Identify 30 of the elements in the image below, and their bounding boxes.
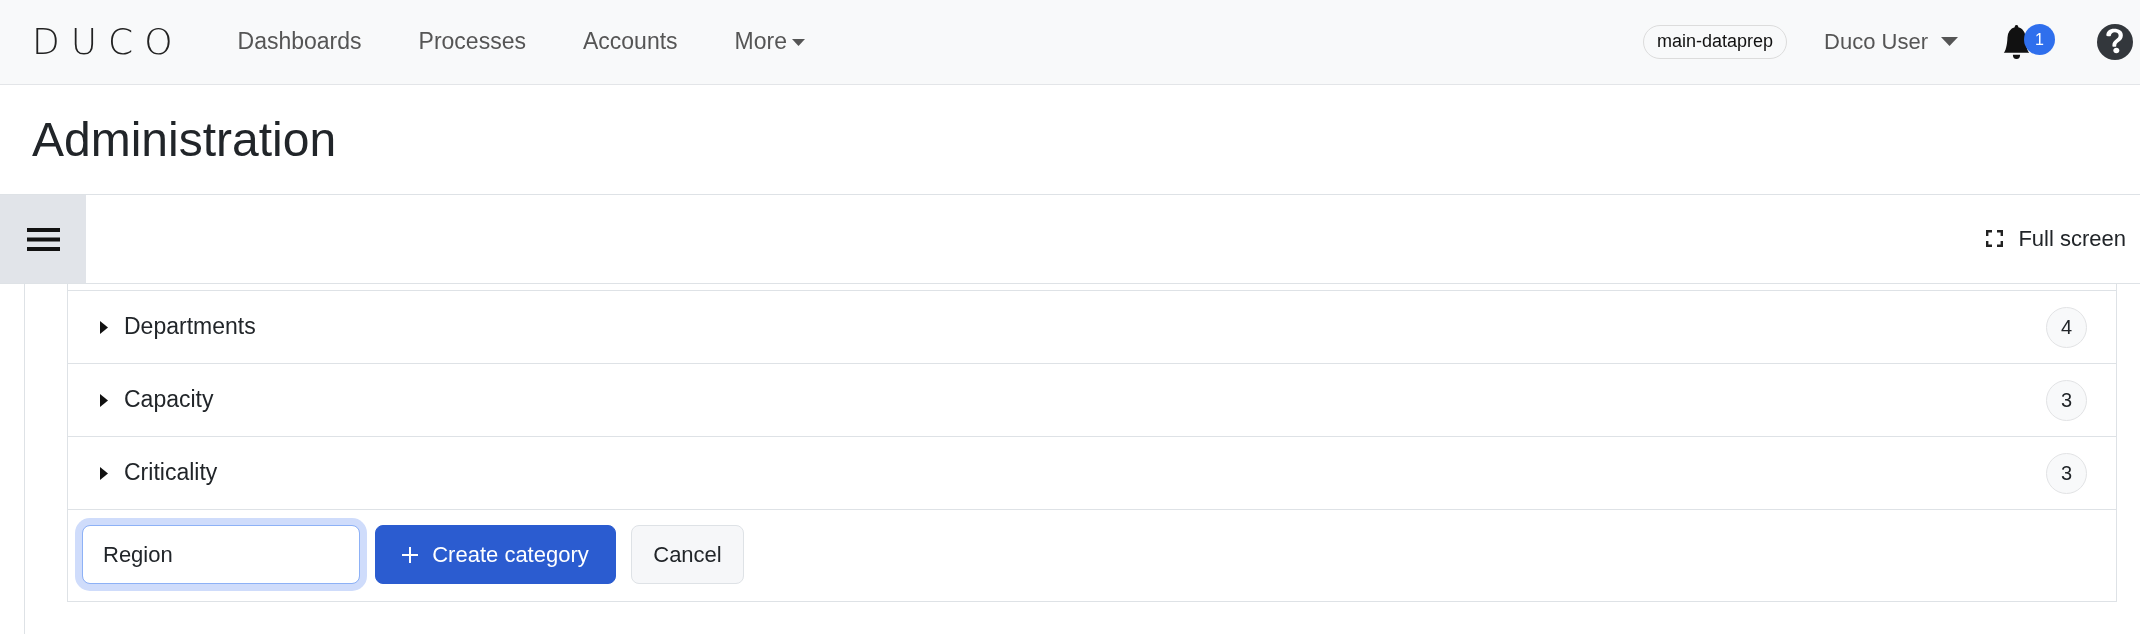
- category-row[interactable]: Departments 4: [68, 290, 2116, 363]
- notifications-button[interactable]: 1: [2002, 24, 2055, 60]
- notification-count: 1: [2024, 24, 2055, 55]
- user-menu[interactable]: Duco User: [1824, 28, 1958, 56]
- help-icon[interactable]: [2097, 24, 2133, 60]
- category-row[interactable]: Capacity 3: [68, 363, 2116, 436]
- environment-badge: main-dataprep: [1643, 25, 1788, 59]
- plus-icon: [402, 546, 419, 563]
- count-badge: 4: [2046, 306, 2087, 348]
- count-badge: 3: [2046, 379, 2087, 421]
- menu-button[interactable]: [0, 195, 86, 283]
- nav-link[interactable]: Dashboards: [237, 28, 362, 56]
- menu-icon: [26, 227, 60, 251]
- create-category-button[interactable]: Create category: [375, 525, 616, 584]
- category-row[interactable]: Criticality 3: [68, 436, 2116, 509]
- nav-link[interactable]: Processes: [418, 28, 526, 56]
- caret-down-icon: [791, 38, 805, 46]
- bell-icon: [2002, 25, 2031, 59]
- cancel-button[interactable]: Cancel: [631, 525, 744, 584]
- duco-logo[interactable]: DUCO: [32, 24, 184, 60]
- nav-link[interactable]: More: [734, 28, 805, 56]
- fullscreen-icon: [1986, 230, 2004, 248]
- count-badge: 3: [2046, 452, 2087, 494]
- full-screen-button[interactable]: Full screen: [1986, 225, 2140, 253]
- page-title: Administration: [32, 111, 337, 168]
- category-name: Departments: [124, 313, 256, 341]
- category-name: Capacity: [124, 386, 214, 414]
- caret-down-icon: [1941, 37, 1958, 47]
- category-name: Criticality: [124, 459, 218, 487]
- nav-link[interactable]: Accounts: [582, 28, 678, 56]
